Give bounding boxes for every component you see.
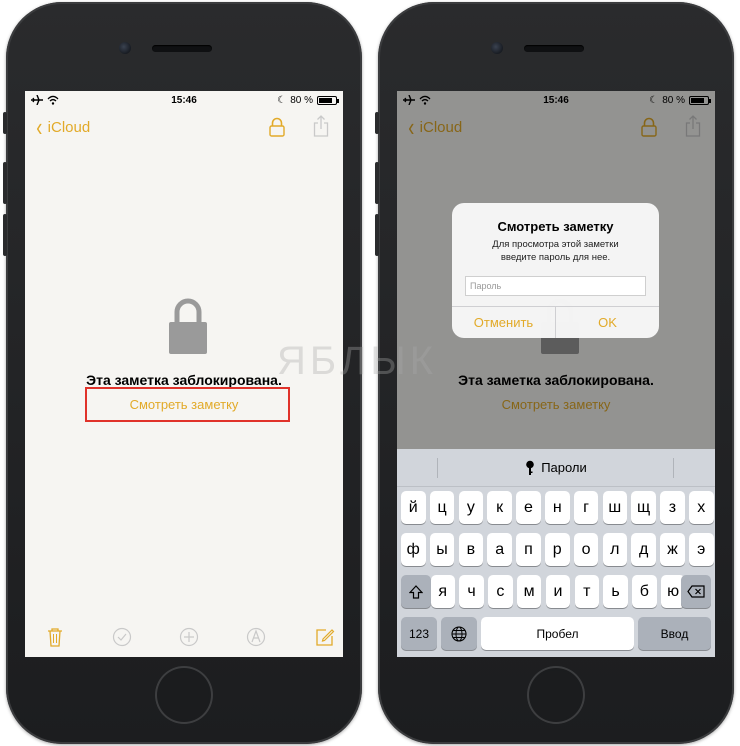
trash-icon[interactable] <box>47 627 63 647</box>
status-bar: 15:46 ☾ 80 % <box>25 91 343 111</box>
globe-key[interactable] <box>441 617 477 650</box>
volume-up-button <box>375 162 379 204</box>
volume-down-button <box>3 214 7 256</box>
back-button[interactable]: ‹ iCloud <box>35 112 91 142</box>
key-в[interactable]: в <box>458 533 484 566</box>
home-button <box>155 666 213 724</box>
key-а[interactable]: а <box>487 533 512 566</box>
passwords-label: Пароли <box>541 460 587 475</box>
key-з[interactable]: з <box>660 491 685 524</box>
quicktype-bar[interactable]: Пароли <box>397 449 715 487</box>
shift-icon <box>409 584 423 599</box>
key-щ[interactable]: щ <box>631 491 656 524</box>
nav-bar: ‹ iCloud <box>25 111 343 155</box>
key-е[interactable]: е <box>516 491 541 524</box>
key-я[interactable]: я <box>430 575 455 608</box>
key-р[interactable]: р <box>545 533 570 566</box>
key-э[interactable]: э <box>689 533 714 566</box>
key-ь[interactable]: ь <box>603 575 628 608</box>
sketch-icon <box>246 627 266 647</box>
checklist-icon <box>112 627 132 647</box>
key-ф[interactable]: ф <box>401 533 426 566</box>
key-ы[interactable]: ы <box>429 533 455 566</box>
cancel-button[interactable]: Отменить <box>452 307 555 338</box>
password-input[interactable]: Пароль <box>465 276 646 296</box>
key-к[interactable]: к <box>487 491 512 524</box>
key-х[interactable]: х <box>689 491 714 524</box>
key-у[interactable]: у <box>458 491 484 524</box>
key-ж[interactable]: ж <box>660 533 685 566</box>
key-с[interactable]: с <box>488 575 513 608</box>
chevron-left-icon: ‹ <box>36 112 43 142</box>
key-м[interactable]: м <box>516 575 542 608</box>
password-alert: Смотреть заметку Для просмотра этой заме… <box>452 203 659 338</box>
volume-up-button <box>3 162 7 204</box>
earpiece-speaker <box>152 45 212 52</box>
bottom-toolbar <box>25 625 343 653</box>
key-б[interactable]: б <box>632 575 657 608</box>
key-icon <box>526 460 534 475</box>
compose-icon[interactable] <box>315 627 335 647</box>
keyboard: Пароли й ц у к е н г ш щ з х ф ы в а п р о л д ж э я ч с м и т ь б ю 12… <box>397 449 715 657</box>
alert-message: Для просмотра этой заметки введите парол… <box>492 239 619 263</box>
backspace-icon <box>687 585 705 598</box>
key-й[interactable]: й <box>401 491 426 524</box>
front-camera <box>491 42 503 54</box>
volume-down-button <box>375 214 379 256</box>
moon-icon: ☾ <box>277 95 287 106</box>
key-т[interactable]: т <box>574 575 599 608</box>
lock-icon[interactable] <box>269 117 285 137</box>
back-label: iCloud <box>47 118 91 136</box>
mute-switch <box>3 112 7 134</box>
key-ш[interactable]: ш <box>602 491 628 524</box>
watermark-logo: ЯБЛЫК <box>277 339 437 383</box>
highlight-frame <box>85 387 290 422</box>
shift-key[interactable] <box>401 575 431 608</box>
key-ц[interactable]: ц <box>429 491 455 524</box>
mute-switch <box>375 112 379 134</box>
numbers-key[interactable]: 123 <box>401 617 437 650</box>
delete-key[interactable] <box>681 575 711 608</box>
front-camera <box>119 42 131 54</box>
locked-note-icon <box>169 298 207 354</box>
key-п[interactable]: п <box>516 533 541 566</box>
space-key[interactable]: Пробел <box>481 617 634 650</box>
return-key[interactable]: Ввод <box>638 617 711 650</box>
add-icon <box>179 627 199 647</box>
alert-title: Смотреть заметку <box>497 219 614 234</box>
battery-icon <box>317 96 339 105</box>
key-г[interactable]: г <box>573 491 599 524</box>
key-н[interactable]: н <box>545 491 570 524</box>
globe-icon <box>451 625 467 642</box>
key-о[interactable]: о <box>573 533 599 566</box>
svg-text:ЯБЛЫК: ЯБЛЫК <box>277 339 437 383</box>
key-ч[interactable]: ч <box>459 575 484 608</box>
key-и[interactable]: и <box>545 575 571 608</box>
battery-percent: 80 % <box>290 95 313 106</box>
share-icon[interactable] <box>313 115 329 137</box>
ok-button[interactable]: OK <box>556 307 659 338</box>
earpiece-speaker <box>524 45 584 52</box>
key-д[interactable]: д <box>631 533 656 566</box>
key-л[interactable]: л <box>602 533 628 566</box>
home-button <box>527 666 585 724</box>
